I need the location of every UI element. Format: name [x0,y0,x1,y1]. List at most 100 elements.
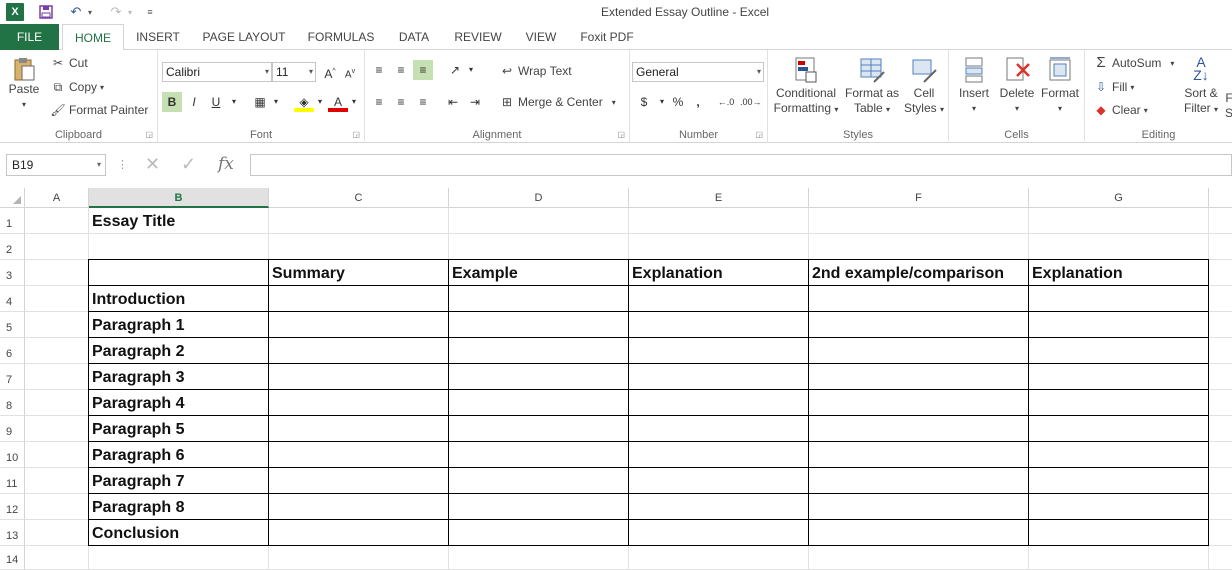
undo-dropdown-icon[interactable]: ▾ [86,3,94,21]
sort-filter-button[interactable]: A Z↓ Sort & Filter ▾ [1181,55,1221,117]
row-header-4[interactable]: 4 [0,286,25,312]
spreadsheet-grid[interactable]: ABCDEFG 1 2 3 4 5 6 7 8 9 10 11 12 13 14 Essay Title S… [0,188,1232,570]
column-header-f[interactable]: F [809,188,1029,208]
align-top-icon[interactable]: ≡ [369,60,389,80]
row-header-2[interactable]: 2 [0,234,25,260]
formula-bar-grip-icon[interactable]: ⋮ [117,158,128,171]
align-bottom-icon[interactable]: ≡ [413,60,433,80]
grow-font-button[interactable]: A^ [320,62,340,82]
column-header-c[interactable]: C [269,188,449,208]
underline-dropdown-icon[interactable]: ▾ [224,92,244,112]
row-header-5[interactable]: 5 [0,312,25,338]
select-all-corner[interactable] [0,188,25,208]
row-header-13[interactable]: 13 [0,520,25,546]
shrink-font-button[interactable]: Av [340,62,360,82]
header-cell[interactable]: Example [452,265,518,283]
row-header-1[interactable]: 1 [0,208,25,234]
formula-input[interactable] [250,154,1232,176]
autosum-button[interactable]: Σ AutoSum ▾ [1093,55,1174,70]
font-size-combo[interactable]: 11 ▾ [272,62,316,82]
tab-review[interactable]: REVIEW [448,24,508,50]
redo-dropdown-icon[interactable]: ▾ [126,3,134,21]
row-label-cell[interactable]: Paragraph 5 [92,421,184,439]
save-icon[interactable] [38,3,54,21]
header-cell[interactable]: Summary [272,265,345,283]
row-header-14[interactable]: 14 [0,546,25,570]
increase-indent-icon[interactable]: ⇥ [465,92,485,112]
tab-page-layout[interactable]: PAGE LAYOUT [197,24,291,50]
row-header-11[interactable]: 11 [0,468,25,494]
column-header-d[interactable]: D [449,188,629,208]
percent-style-button[interactable]: % [668,92,688,112]
decrease-decimal-icon[interactable]: .00→ [740,92,762,112]
comma-style-button[interactable]: , [688,92,708,112]
conditional-formatting-button[interactable]: Conditional Formatting ▾ [772,56,840,117]
format-as-table-button[interactable]: Format as Table ▾ [844,56,900,117]
align-center-icon[interactable]: ≡ [391,92,411,112]
row-label-cell[interactable]: Paragraph 8 [92,499,184,517]
tab-data[interactable]: DATA [390,24,438,50]
insert-cells-button[interactable]: Insert ▾ [953,56,995,116]
tab-insert[interactable]: INSERT [130,24,186,50]
orientation-dropdown-icon[interactable]: ▾ [461,60,481,80]
row-label-cell[interactable]: Paragraph 1 [92,317,184,335]
row-header-12[interactable]: 12 [0,494,25,520]
format-painter-button[interactable]: 🖌 Format Painter [50,103,148,117]
merge-center-button[interactable]: ⊞ Merge & Center ▾ [499,95,616,109]
clipboard-launcher-icon[interactable]: ◲ [145,130,153,139]
row-header-3[interactable]: 3 [0,260,25,286]
paste-button[interactable]: Paste ▾ [6,56,42,112]
italic-button[interactable]: I [184,92,204,112]
font-launcher-icon[interactable]: ◲ [352,130,360,139]
customize-toolbar-icon[interactable]: ≡ [144,3,156,21]
increase-decimal-icon[interactable]: ←.0 [716,92,736,112]
row-label-cell[interactable]: Paragraph 7 [92,473,184,491]
copy-button[interactable]: ⧉ Copy ▾ [50,80,104,94]
font-name-combo[interactable]: Calibri ▾ [162,62,272,82]
cancel-entry-icon[interactable]: ✕ [145,154,160,175]
align-left-icon[interactable]: ≡ [369,92,389,112]
enter-entry-icon[interactable]: ✓ [181,154,196,175]
row-header-9[interactable]: 9 [0,416,25,442]
align-right-icon[interactable]: ≡ [413,92,433,112]
fill-color-dropdown-icon[interactable]: ▾ [310,92,330,112]
column-header-a[interactable]: A [25,188,89,208]
header-cell[interactable]: Explanation [1032,265,1123,283]
bold-button[interactable]: B [162,92,182,112]
clear-button[interactable]: ◆ Clear ▾ [1093,103,1147,117]
underline-button[interactable]: U [206,92,226,112]
tab-view[interactable]: VIEW [518,24,564,50]
tab-foxit-pdf[interactable]: Foxit PDF [575,24,639,50]
font-color-dropdown-icon[interactable]: ▾ [344,92,364,112]
header-cell[interactable]: Explanation [632,265,723,283]
name-box[interactable]: B19 ▾ [6,154,106,176]
row-label-cell[interactable]: Paragraph 4 [92,395,184,413]
row-label-cell[interactable]: Introduction [92,291,185,309]
alignment-launcher-icon[interactable]: ◲ [617,130,625,139]
format-cells-button[interactable]: Format ▾ [1039,56,1081,116]
tab-home[interactable]: HOME [62,24,124,51]
delete-cells-button[interactable]: Delete ▾ [997,56,1037,116]
cut-button[interactable]: ✂ Cut [50,56,88,70]
accounting-format-icon[interactable]: $ [634,92,654,112]
borders-dropdown-icon[interactable]: ▾ [266,92,286,112]
redo-icon[interactable]: ↷ [108,3,124,21]
column-header-g[interactable]: G [1029,188,1209,208]
row-header-7[interactable]: 7 [0,364,25,390]
row-label-cell[interactable]: Paragraph 3 [92,369,184,387]
tab-file[interactable]: FILE [0,24,59,50]
column-header-e[interactable]: E [629,188,809,208]
header-cell[interactable]: 2nd example/comparison [812,265,1004,283]
row-header-6[interactable]: 6 [0,338,25,364]
row-header-10[interactable]: 10 [0,442,25,468]
row-label-cell[interactable]: Paragraph 2 [92,343,184,361]
row-label-cell[interactable]: Paragraph 6 [92,447,184,465]
find-select-button[interactable]: F S [1223,91,1232,121]
cell-b1-essay-title[interactable]: Essay Title [92,213,175,231]
cell-styles-button[interactable]: Cell Styles ▾ [902,56,946,117]
number-launcher-icon[interactable]: ◲ [755,130,763,139]
tab-formulas[interactable]: FORMULAS [302,24,380,50]
column-header-b[interactable]: B [89,188,269,208]
wrap-text-button[interactable]: ↩ Wrap Text [499,64,572,78]
decrease-indent-icon[interactable]: ⇤ [443,92,463,112]
